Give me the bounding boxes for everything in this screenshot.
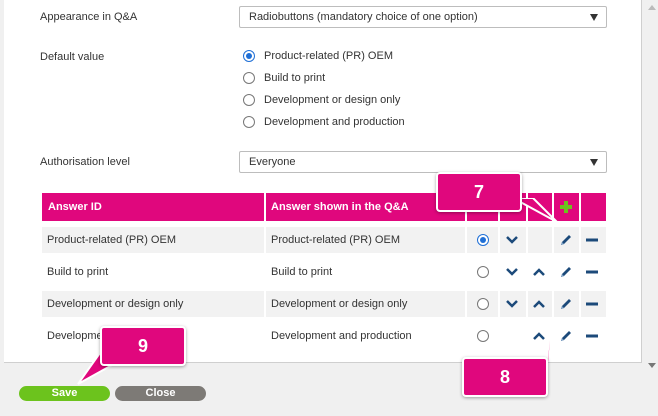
column-divider (579, 193, 581, 221)
column-divider (264, 227, 266, 253)
authorisation-select[interactable]: Everyone (239, 151, 607, 173)
radio-icon[interactable] (243, 50, 255, 62)
authorisation-select-value: Everyone (249, 156, 296, 168)
pencil-icon[interactable] (559, 297, 573, 311)
radio-icon[interactable] (243, 94, 255, 106)
default-option-label: Build to print (264, 72, 326, 84)
column-divider (579, 227, 581, 253)
default-option-label: Product-related (PR) OEM (264, 50, 393, 62)
chevron-down-icon[interactable] (505, 265, 519, 279)
default-option-label: Development and production (264, 116, 405, 128)
answer-id-cell: Build to print (47, 266, 109, 278)
scrollbar[interactable] (645, 0, 658, 375)
answer-shown-cell: Development or design only (271, 298, 408, 310)
column-divider (498, 227, 500, 253)
dropdown-arrow-icon (590, 14, 598, 21)
close-button[interactable]: Close (115, 386, 206, 401)
table-row: Product-related (PR) OEM Product-related… (42, 227, 606, 253)
column-divider (264, 291, 266, 317)
default-radio-icon[interactable] (477, 266, 489, 278)
default-value-label: Default value (40, 51, 105, 63)
authorisation-label: Authorisation level (40, 156, 130, 168)
radio-icon[interactable] (243, 72, 255, 84)
column-divider (498, 291, 500, 317)
chevron-down-icon[interactable] (505, 233, 519, 247)
minus-icon[interactable] (585, 329, 599, 343)
scroll-up-arrow-icon[interactable] (648, 5, 656, 10)
header-answer-id: Answer ID (48, 201, 102, 213)
callout-9: 9 (100, 326, 186, 366)
column-divider (526, 227, 528, 253)
minus-icon[interactable] (585, 265, 599, 279)
answer-id-cell: Development or design only (47, 298, 184, 310)
pencil-icon[interactable] (559, 233, 573, 247)
chevron-up-icon[interactable] (532, 297, 546, 311)
chevron-up-icon[interactable] (532, 265, 546, 279)
table-row: Development or design only Development o… (42, 291, 606, 317)
default-option[interactable]: Development or design only (243, 92, 400, 108)
appearance-label: Appearance in Q&A (40, 11, 138, 23)
dropdown-arrow-icon (590, 159, 598, 166)
minus-icon[interactable] (585, 297, 599, 311)
column-divider (465, 291, 467, 317)
default-option[interactable]: Product-related (PR) OEM (243, 48, 393, 64)
column-divider (526, 291, 528, 317)
default-radio-icon[interactable] (477, 298, 489, 310)
appearance-select-value: Radiobuttons (mandatory choice of one op… (249, 11, 478, 23)
radio-icon[interactable] (243, 116, 255, 128)
default-radio-icon[interactable] (477, 234, 489, 246)
answer-id-cell: Product-related (PR) OEM (47, 234, 176, 246)
answer-shown-cell: Development and production (271, 330, 412, 342)
column-divider (552, 227, 554, 253)
default-option[interactable]: Development and production (243, 114, 405, 130)
default-radio-icon[interactable] (477, 330, 489, 342)
callout-8: 8 (462, 357, 548, 397)
minus-icon[interactable] (585, 233, 599, 247)
default-option-label: Development or design only (264, 94, 401, 106)
column-divider (579, 291, 581, 317)
appearance-select[interactable]: Radiobuttons (mandatory choice of one op… (239, 6, 607, 28)
answer-shown-cell: Build to print (271, 266, 333, 278)
pencil-icon[interactable] (559, 265, 573, 279)
callout-7: 7 (436, 172, 522, 212)
header-answer-shown: Answer shown in the Q&A (271, 201, 409, 213)
scroll-down-arrow-icon[interactable] (648, 363, 656, 368)
column-divider (552, 291, 554, 317)
column-divider (465, 227, 467, 253)
answer-shown-cell: Product-related (PR) OEM (271, 234, 400, 246)
table-row: Build to print Build to print (42, 259, 606, 285)
column-divider (264, 193, 266, 221)
default-option[interactable]: Build to print (243, 70, 325, 86)
save-button[interactable]: Save (19, 386, 110, 401)
chevron-down-icon[interactable] (505, 297, 519, 311)
